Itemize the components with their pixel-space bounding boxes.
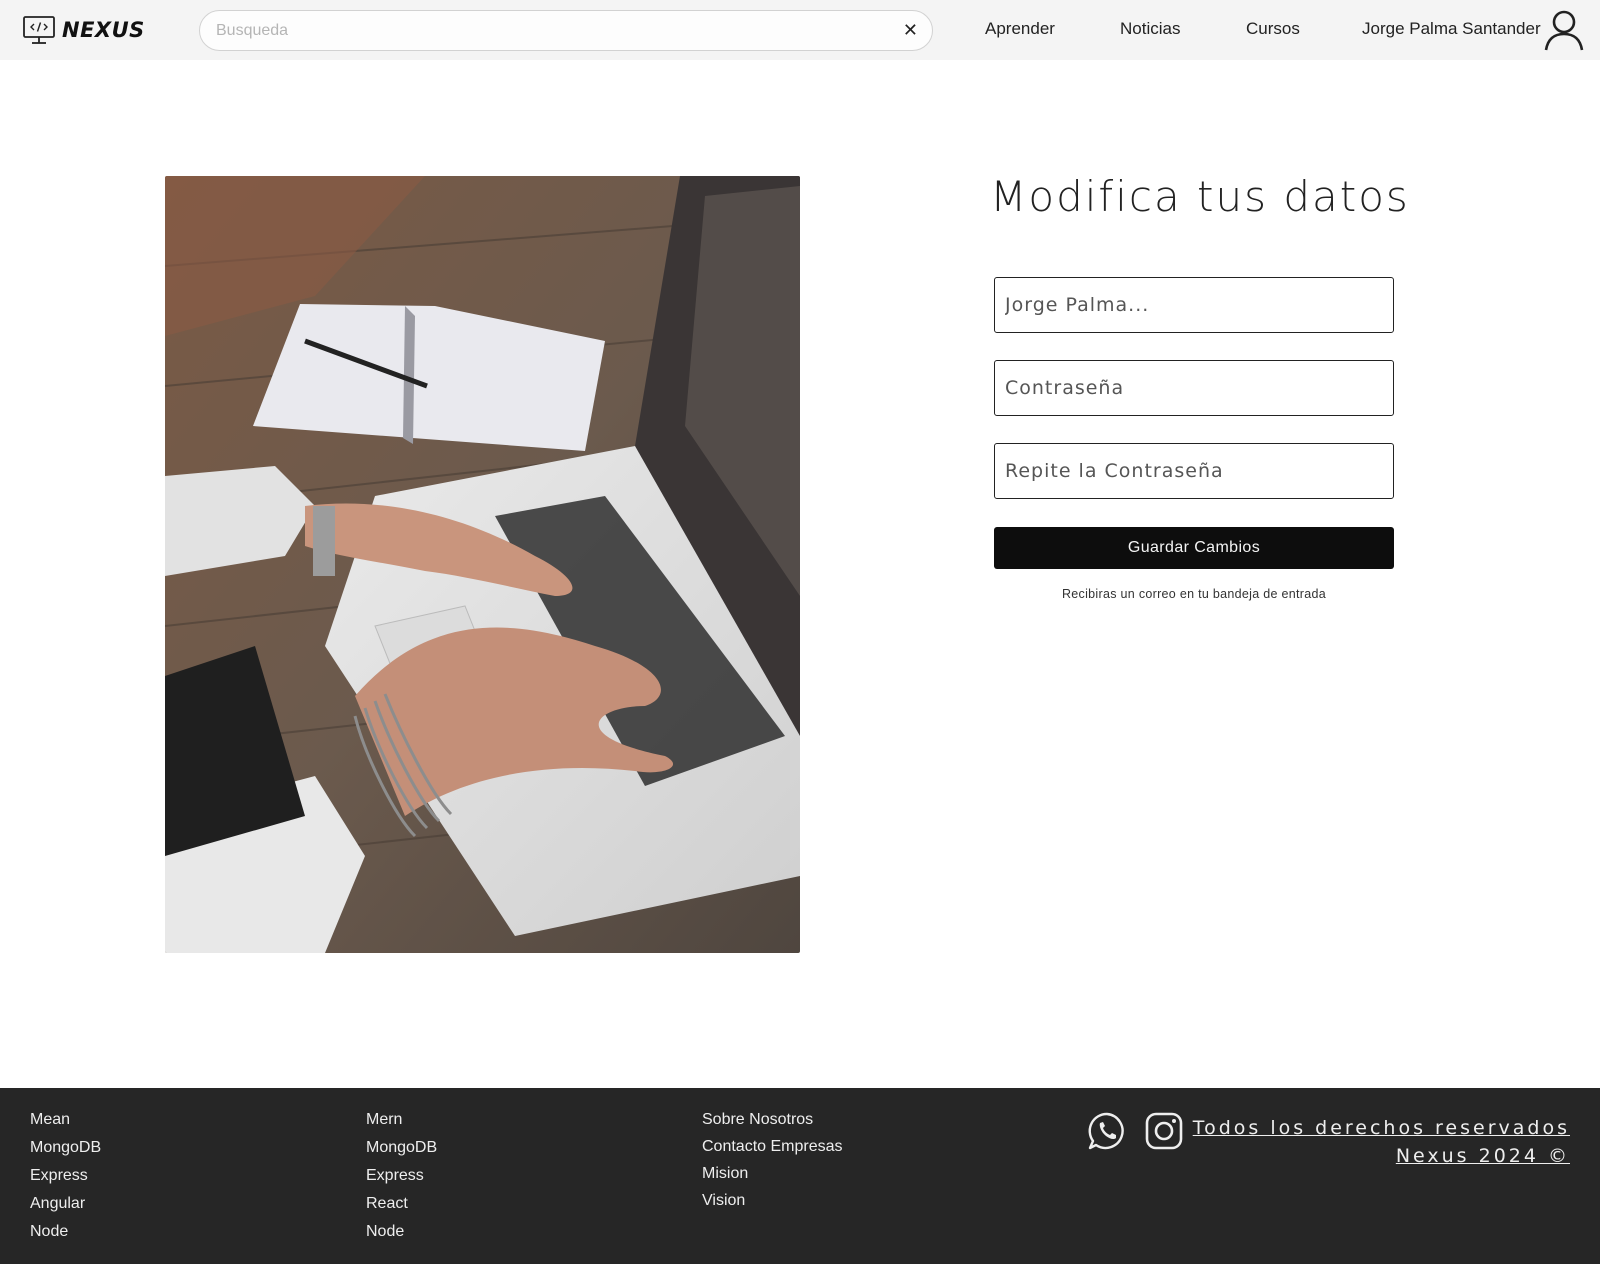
footer-column-mern: Mern MongoDB Express React Node — [366, 1110, 437, 1250]
repeat-password-field — [994, 443, 1394, 499]
search-input[interactable] — [216, 21, 876, 40]
footer-link[interactable]: Node — [30, 1222, 101, 1250]
instagram-icon[interactable] — [1144, 1111, 1184, 1151]
footer-link[interactable]: Angular — [30, 1194, 101, 1222]
save-button[interactable]: Guardar Cambios — [994, 527, 1394, 569]
footer-column-company: Sobre Nosotros Contacto Empresas Mision … — [702, 1110, 843, 1218]
copyright-line: Nexus 2024 © — [1395, 1145, 1570, 1167]
footer-link[interactable]: Contacto Empresas — [702, 1137, 843, 1164]
code-monitor-icon — [23, 16, 55, 44]
password-input[interactable] — [1005, 377, 1393, 399]
name-input[interactable] — [1005, 294, 1393, 316]
page-title: Modifica tus datos — [990, 172, 1410, 221]
laptop-photo — [165, 176, 800, 953]
user-icon[interactable] — [1543, 9, 1585, 51]
footer-link[interactable]: Vision — [702, 1191, 843, 1218]
footer-link[interactable]: MongoDB — [30, 1138, 101, 1166]
repeat-password-input[interactable] — [1005, 460, 1393, 482]
search-bar: ✕ — [199, 10, 933, 51]
nav-link-noticias[interactable]: Noticias — [1120, 19, 1180, 39]
email-hint: Recibiras un correo en tu bandeja de ent… — [1061, 587, 1327, 601]
brand-logo[interactable]: NEXUS — [22, 14, 145, 46]
footer-link[interactable]: Mision — [702, 1164, 843, 1191]
footer-link[interactable]: Mean — [30, 1110, 101, 1138]
footer-link[interactable]: Sobre Nosotros — [702, 1110, 843, 1137]
whatsapp-icon[interactable] — [1087, 1111, 1127, 1151]
brand-name: NEXUS — [62, 18, 145, 42]
footer-link[interactable]: Express — [30, 1166, 101, 1194]
copyright-line: Todos los derechos reservados — [1192, 1117, 1570, 1139]
footer-link[interactable]: Express — [366, 1166, 437, 1194]
copyright-text[interactable]: Todos los derechos reservados Nexus 2024… — [1193, 1114, 1570, 1170]
footer-link[interactable]: Mern — [366, 1110, 437, 1138]
footer: Mean MongoDB Express Angular Node Mern M… — [0, 1088, 1600, 1264]
footer-column-mean: Mean MongoDB Express Angular Node — [30, 1110, 101, 1250]
password-field — [994, 360, 1394, 416]
user-name[interactable]: Jorge Palma Santander — [1362, 19, 1541, 39]
top-navbar: NEXUS ✕ Aprender Noticias Cursos Jorge P… — [0, 0, 1600, 60]
footer-link[interactable]: React — [366, 1194, 437, 1222]
name-field — [994, 277, 1394, 333]
close-icon[interactable]: ✕ — [903, 20, 918, 41]
footer-link[interactable]: MongoDB — [366, 1138, 437, 1166]
nav-link-cursos[interactable]: Cursos — [1246, 19, 1300, 39]
nav-link-aprender[interactable]: Aprender — [985, 19, 1055, 39]
footer-link[interactable]: Node — [366, 1222, 437, 1250]
